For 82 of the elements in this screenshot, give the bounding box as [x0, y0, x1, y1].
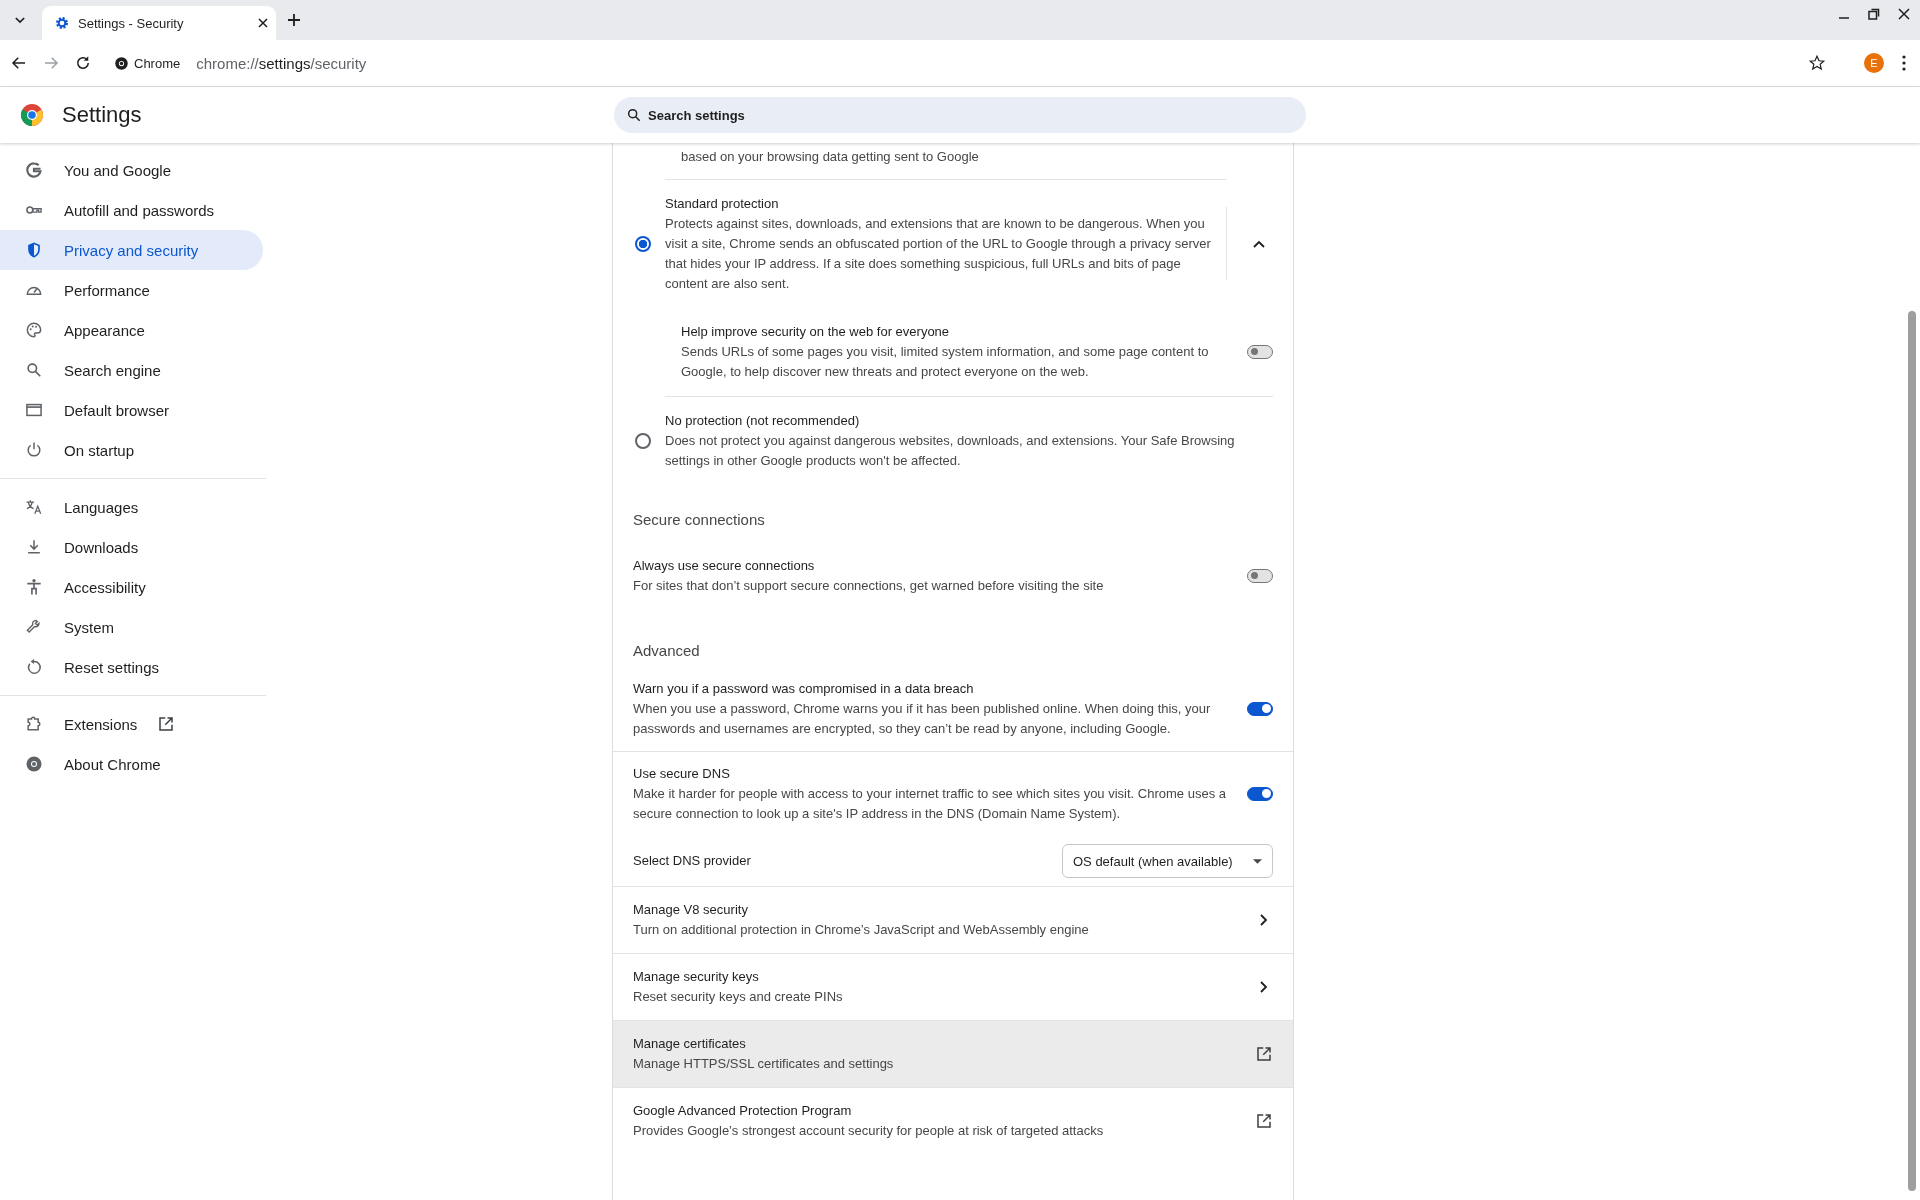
external-link-icon: [1255, 1045, 1273, 1063]
restore-icon[interactable]: [1868, 8, 1880, 20]
chrome-icon: [114, 55, 129, 71]
chrome-icon: [24, 754, 44, 774]
g-logo-icon: [24, 160, 44, 180]
page-title: Settings: [62, 102, 142, 128]
sidebar-item[interactable]: Default browser: [0, 390, 263, 430]
setting-title: Google Advanced Protection Program: [633, 1102, 853, 1120]
chevron-up-icon[interactable]: [1253, 239, 1265, 248]
option-description: Protects against sites, downloads, and extensions that are known to be dangerous. When you visit a site, Chrome sends an obfuscated portion of the URL to Google through a privacy server that hides your IP address. If a site does something suspicious, full URLs and bits of page content are also sent.: [665, 215, 1212, 293]
option-title: Standard protection: [665, 195, 780, 213]
section-heading: Advanced: [632, 641, 701, 661]
setting-title: Use secure DNS: [633, 765, 731, 783]
sidebar-item[interactable]: Reset settings: [0, 647, 263, 687]
search-icon: [24, 360, 44, 380]
settings-link-row[interactable]: Manage certificates Manage HTTPS/SSL certificates and settings: [613, 1020, 1293, 1087]
gear-icon: [54, 15, 70, 31]
setting-title: Always use secure connections: [633, 557, 816, 575]
option-title: No protection (not recommended): [665, 412, 861, 430]
external-link-icon: [1255, 1112, 1273, 1130]
setting-description: Make it harder for people with access to your internet traffic to see which sites you visit. Chrome uses a secure connection to look up a site's IP address in the DNS (Domain Name System).: [633, 785, 1227, 823]
power-icon: [24, 440, 44, 460]
sidebar-item[interactable]: Performance: [0, 270, 263, 310]
setting-title: Manage V8 security: [633, 901, 749, 919]
sidebar-item[interactable]: About Chrome: [0, 744, 263, 784]
chevron-right-icon: [1260, 914, 1268, 926]
palette-icon: [24, 320, 44, 340]
setting-description: When you use a password, Chrome warns you if it has been published online. When doing this, your passwords and usernames are encrypted, so they can’t be read by anyone, including Google.: [633, 700, 1212, 738]
sidebar-item[interactable]: Downloads: [0, 527, 263, 567]
toggle-switch[interactable]: [1247, 345, 1273, 359]
dns-provider-dropdown[interactable]: OS default (when available): [1062, 844, 1273, 878]
setting-title: Help improve security on the web for everyone: [681, 323, 951, 341]
address-bar-url[interactable]: chrome://settings/security: [196, 54, 367, 72]
dropdown-arrow-icon: [1253, 858, 1262, 864]
forward-arrow-icon[interactable]: [42, 54, 60, 72]
sidebar-item[interactable]: Autofill and passwords: [0, 190, 263, 230]
sidebar-item[interactable]: Accessibility: [0, 567, 263, 607]
translate-icon: [24, 497, 44, 517]
settings-link-row[interactable]: Google Advanced Protection Program Provides Google’s strongest account security for people at risk of targeted attacks: [613, 1087, 1293, 1154]
setting-description: Turn on additional protection in Chrome’s JavaScript and WebAssembly engine: [633, 921, 1090, 939]
setting-description: For sites that don’t support secure connections, get warned before visiting the site: [633, 577, 1105, 595]
radio-button[interactable]: [635, 235, 651, 252]
sidebar-item[interactable]: You and Google: [0, 150, 263, 190]
setting-description: Manage HTTPS/SSL certificates and settings: [633, 1055, 895, 1073]
chrome-logo-icon: [20, 103, 44, 127]
reload-icon[interactable]: [74, 54, 92, 72]
setting-description: Provides Google’s strongest account security for people at risk of targeted attacks: [633, 1122, 1105, 1140]
sidebar-item[interactable]: Search engine: [0, 350, 263, 390]
sidebar-item[interactable]: Privacy and security: [0, 230, 263, 270]
close-icon[interactable]: [258, 18, 268, 28]
site-chip-label: Chrome: [134, 55, 181, 71]
sidebar-item[interactable]: On startup: [0, 430, 263, 470]
chevron-down-icon: [15, 16, 25, 24]
setting-title: Warn you if a password was compromised in a data breach: [633, 680, 975, 698]
chevron-right-icon: [1260, 981, 1268, 993]
setting-title: Select DNS provider: [633, 853, 751, 868]
search-field[interactable]: Search settings: [614, 97, 1306, 133]
menu-icon[interactable]: [1902, 55, 1906, 71]
toggle-switch[interactable]: [1247, 569, 1273, 583]
star-icon[interactable]: [1808, 54, 1826, 72]
scrollbar-thumb[interactable]: [1908, 311, 1916, 1191]
option-description: based on your browsing data getting sent to Google: [681, 148, 980, 166]
setting-title: Manage certificates: [633, 1035, 747, 1053]
section-heading: Secure connections: [632, 510, 766, 530]
setting-description: Sends URLs of some pages you visit, limited system information, and some page content to Google, to help discover new threats and protect everyone on the web.: [681, 343, 1210, 381]
toggle-switch[interactable]: [1247, 702, 1273, 716]
sidebar-item[interactable]: Extensions: [0, 704, 263, 744]
browser-tab[interactable]: Settings - Security: [42, 6, 276, 40]
sidebar-item[interactable]: System: [0, 607, 263, 647]
setting-description: Reset security keys and create PINs: [633, 988, 844, 1006]
external-link-icon: [157, 715, 176, 733]
option-description: Does not protect you against dangerous websites, downloads, and extensions. Your Safe Browsing settings in other Google products won't be affected.: [665, 432, 1236, 470]
setting-title: Manage security keys: [633, 968, 760, 986]
search-icon: [626, 107, 642, 123]
sidebar-item[interactable]: Languages: [0, 487, 263, 527]
radio-button[interactable]: [635, 432, 651, 449]
sidebar-item[interactable]: Appearance: [0, 310, 263, 350]
accessibility-icon: [24, 577, 44, 597]
close-icon[interactable]: [1898, 8, 1910, 20]
settings-link-row[interactable]: Manage V8 security Turn on additional protection in Chrome’s JavaScript and WebAssembly engine: [613, 886, 1293, 953]
back-arrow-icon[interactable]: [10, 54, 28, 72]
toggle-switch[interactable]: [1247, 787, 1273, 801]
